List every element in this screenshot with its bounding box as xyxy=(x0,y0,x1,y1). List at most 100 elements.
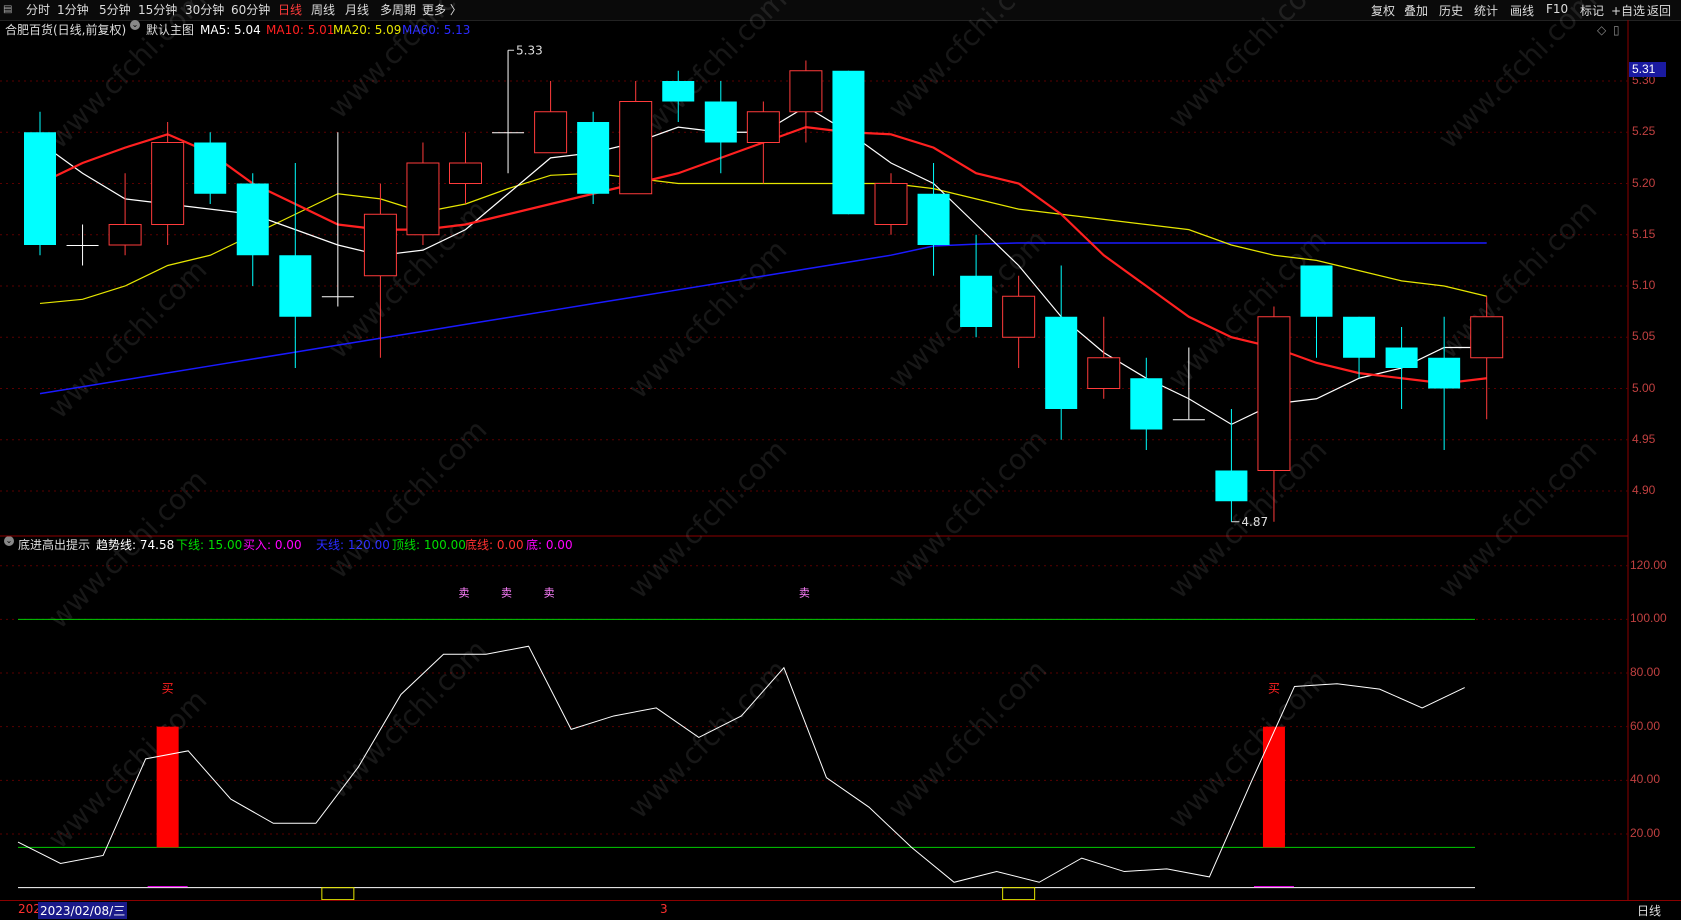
watermark-13: www.cfchi.com xyxy=(322,413,494,585)
candle xyxy=(662,70,695,122)
candle-body xyxy=(1257,316,1291,471)
ind-tick-5: 20.00 xyxy=(1630,825,1661,840)
low-label: 4.87 xyxy=(1241,515,1268,529)
ind-tick-3: 60.00 xyxy=(1630,718,1661,733)
candle-body xyxy=(1343,316,1376,358)
toolbar-button-2[interactable]: 历史 xyxy=(1439,2,1463,19)
candle xyxy=(874,173,908,235)
kline-chart[interactable]: www.cfchi.com www.cfchi.com www.cfchi.com w… xyxy=(0,0,1681,919)
period-tab-10[interactable]: 更多 〉 xyxy=(422,2,462,18)
candle xyxy=(108,173,142,256)
candle xyxy=(619,81,653,195)
candle-body xyxy=(619,101,653,195)
period-tab-6[interactable]: 日线 xyxy=(278,2,302,18)
period-tab-2[interactable]: 5分钟 xyxy=(99,2,131,18)
buy-value: 买入: 0.00 xyxy=(243,538,302,552)
candle xyxy=(492,50,525,174)
price-tick-6: 5.00 xyxy=(1632,380,1656,395)
ma60-value: MA60: 5.13 xyxy=(402,23,471,37)
period-tab-0[interactable]: 分时 xyxy=(26,2,50,18)
watermark-18: www.cfchi.com xyxy=(42,683,214,855)
watermark-7: www.cfchi.com xyxy=(322,193,494,365)
candle-body xyxy=(1215,470,1248,502)
stock-name: 合肥百货(日线,前复权) xyxy=(5,23,127,37)
watermark-21: www.cfchi.com xyxy=(882,653,1054,825)
candle-body xyxy=(960,275,993,327)
menu-icon[interactable]: ▤ xyxy=(3,3,17,16)
price-tick-7: 4.95 xyxy=(1632,431,1656,446)
watermark-11: www.cfchi.com xyxy=(1432,193,1604,365)
watermark-15: www.cfchi.com xyxy=(882,423,1054,595)
bottom-value: 底线: 0.00 xyxy=(465,538,524,552)
candle-body xyxy=(746,111,780,143)
sky-value: 天线: 120.00 xyxy=(316,538,390,552)
trend-line xyxy=(17,645,1465,883)
sell-mark-2: 卖 xyxy=(544,586,555,599)
watermark-9: www.cfchi.com xyxy=(882,223,1054,395)
status-period[interactable]: 日线 xyxy=(1637,902,1661,919)
toolbar-button-6[interactable]: 标记 xyxy=(1580,2,1604,19)
period-tab-8[interactable]: 月线 xyxy=(345,2,369,18)
candle xyxy=(960,234,993,338)
toolbar-button-7[interactable]: +自选 xyxy=(1611,2,1645,19)
candle-body xyxy=(492,132,525,134)
period-tab-4[interactable]: 30分钟 xyxy=(185,2,224,18)
period-tab-9[interactable]: 多周期 xyxy=(380,2,416,18)
ma10-value: MA10: 5.01 xyxy=(266,23,335,37)
price-tick-2: 5.20 xyxy=(1632,175,1656,190)
candle-body xyxy=(1470,316,1504,359)
indicator-name[interactable]: 底进高出提示 xyxy=(18,536,90,554)
candle-body xyxy=(1087,357,1121,389)
price-tick-8: 4.90 xyxy=(1632,483,1656,497)
candle xyxy=(236,173,269,286)
template-name[interactable]: 默认主图 xyxy=(146,20,194,40)
period-tab-3[interactable]: 15分钟 xyxy=(138,2,177,18)
ma20-value: MA20: 5.09 xyxy=(333,23,402,37)
candle xyxy=(279,163,312,368)
watermark-17: www.cfchi.com xyxy=(1432,433,1604,605)
candle-body xyxy=(449,162,482,184)
ind-tick-0: 120.00 xyxy=(1630,557,1667,572)
candle-body xyxy=(1385,347,1418,368)
candle xyxy=(1215,409,1248,522)
top-value: 顶线: 100.00 xyxy=(392,538,466,552)
bottom-box-1 xyxy=(1002,887,1036,901)
bottom-box-0 xyxy=(321,887,355,901)
status-mid-label: 3 xyxy=(660,902,668,916)
candle-body xyxy=(363,213,397,277)
candle-body xyxy=(194,142,227,194)
sell-mark-3: 卖 xyxy=(799,586,810,599)
toolbar-button-3[interactable]: 统计 xyxy=(1474,2,1498,19)
candle xyxy=(1470,296,1504,420)
candle-body xyxy=(279,255,312,317)
candle-body xyxy=(66,245,99,246)
period-tab-7[interactable]: 周线 xyxy=(311,2,335,18)
toolbar-button-4[interactable]: 画线 xyxy=(1510,2,1534,19)
ma5-line xyxy=(39,105,1487,426)
candle xyxy=(24,111,56,256)
ma20-line xyxy=(39,172,1487,305)
diamond-icon[interactable]: ◇ xyxy=(1597,20,1606,40)
candle-body xyxy=(24,132,56,245)
buy-bar-0 xyxy=(156,726,179,848)
candle xyxy=(1002,275,1036,368)
candle xyxy=(1257,306,1291,522)
watermark-19: www.cfchi.com xyxy=(322,633,494,805)
toolbar-button-0[interactable]: 复权 xyxy=(1371,2,1395,19)
candle-body xyxy=(662,81,695,102)
toolbar-button-1[interactable]: 叠加 xyxy=(1404,2,1428,19)
window-icon[interactable]: ▯ xyxy=(1613,20,1620,40)
watermark-16: www.cfchi.com xyxy=(1162,433,1334,605)
toolbar-button-8[interactable]: 返回 xyxy=(1647,2,1671,19)
candle-body xyxy=(917,193,950,245)
ind-tick-1: 100.00 xyxy=(1630,611,1667,626)
period-tab-1[interactable]: 1分钟 xyxy=(57,2,89,18)
period-tab-5[interactable]: 60分钟 xyxy=(231,2,270,18)
price-tick-5: 5.05 xyxy=(1632,329,1656,344)
candle-body xyxy=(832,70,865,215)
candle-body xyxy=(1300,265,1333,317)
watermark-8: www.cfchi.com xyxy=(622,233,794,405)
toolbar-button-5[interactable]: F10 xyxy=(1546,2,1568,16)
candle xyxy=(194,132,227,204)
candle xyxy=(1428,316,1461,450)
